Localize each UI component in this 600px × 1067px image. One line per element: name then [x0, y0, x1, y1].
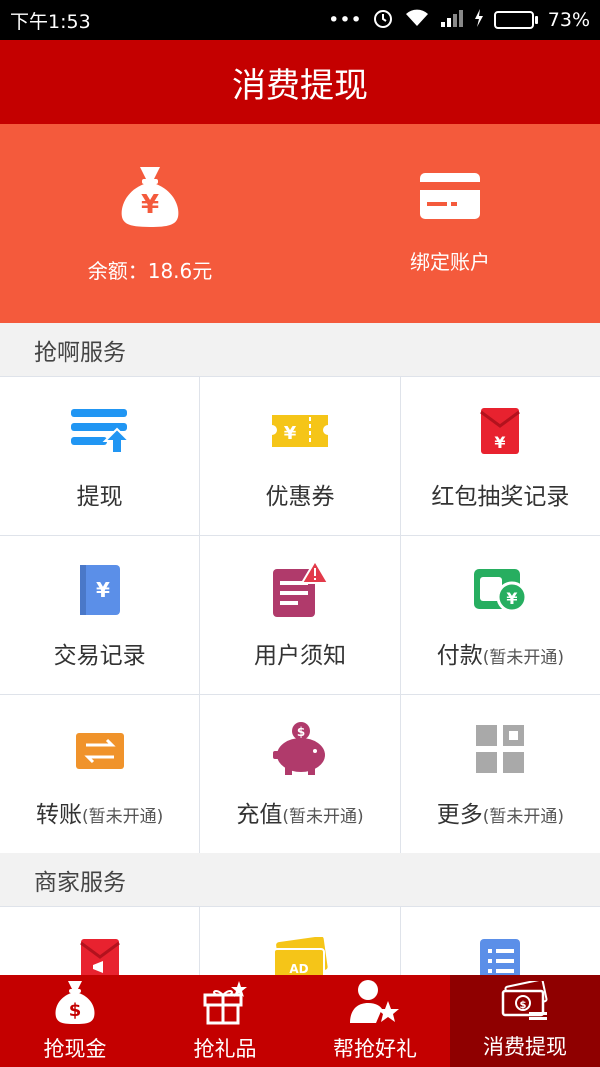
red-packet-record-label: 红包抽奖记录 — [431, 484, 570, 510]
notice-icon — [271, 560, 329, 620]
ad-ticket-icon: AD — [270, 937, 330, 976]
status-bar: 下午1:53 ••• 73% — [0, 0, 600, 40]
merchant-promo-button[interactable] — [0, 907, 200, 975]
user-star-icon — [350, 979, 400, 1029]
recharge-button[interactable]: $ 充值(暂未开通) — [200, 695, 400, 853]
bind-account-label: 绑定账户 — [410, 250, 490, 274]
payment-label: 付款 — [436, 643, 483, 669]
cash-stack-icon: $ — [499, 978, 551, 1027]
status-icons: ••• 73% — [328, 7, 590, 34]
withdraw-label: 提现 — [76, 484, 123, 510]
payment-note: (暂未开通) — [482, 648, 564, 668]
page-header: 消费提现 — [0, 40, 600, 124]
recharge-note: (暂未开通) — [282, 807, 364, 827]
svg-text:¥: ¥ — [141, 190, 159, 220]
tab-grab-gift[interactable]: 抢礼品 — [150, 975, 300, 1067]
transfer-note: (暂未开通) — [82, 807, 164, 827]
withdraw-icon — [69, 401, 131, 461]
coupon-icon: ¥ — [270, 401, 330, 461]
recharge-label: 充值 — [236, 802, 283, 828]
user-notice-label: 用户须知 — [253, 643, 346, 669]
svg-text:$: $ — [297, 725, 305, 739]
battery-icon — [493, 11, 538, 29]
transfer-label: 转账 — [36, 802, 83, 828]
more-grid-icon — [475, 719, 525, 779]
coupon-label: 优惠券 — [265, 484, 335, 510]
balance-label: 余额：18.6元 — [87, 259, 213, 283]
more-button[interactable]: 更多(暂未开通) — [400, 695, 600, 853]
more-note: (暂未开通) — [482, 807, 564, 827]
merchant-list-button[interactable] — [400, 907, 600, 975]
tab-consume-withdraw-label: 消费提现 — [483, 1035, 567, 1059]
svg-text:¥: ¥ — [96, 578, 110, 602]
services-grid: 提现 ¥ 优惠券 ¥ 红包抽奖记录 ¥ 交易记录 用户须知 ¥ 付款(暂未开通)… — [0, 376, 600, 854]
tab-grab-cash[interactable]: $ 抢现金 — [0, 975, 150, 1067]
money-bag-icon: $ — [53, 979, 97, 1029]
payment-button[interactable]: ¥ 付款(暂未开通) — [400, 536, 600, 694]
signal-icon — [440, 8, 464, 33]
tab-consume-withdraw[interactable]: $ 消费提现 — [450, 975, 600, 1067]
bind-account-button[interactable]: 绑定账户 — [300, 124, 600, 323]
charging-icon — [474, 8, 484, 33]
section-title-services: 抢啊服务 — [0, 323, 600, 376]
svg-text:¥: ¥ — [284, 423, 297, 444]
more-label: 更多 — [436, 802, 483, 828]
section-title-merchant: 商家服务 — [0, 853, 600, 906]
red-packet-icon: ¥ — [479, 401, 521, 461]
ledger-icon: ¥ — [76, 560, 124, 620]
svg-text:¥: ¥ — [495, 433, 506, 452]
coupon-button[interactable]: ¥ 优惠券 — [200, 377, 400, 535]
battery-percent: 73% — [547, 9, 590, 31]
gift-icon — [201, 979, 249, 1029]
tab-help-grab[interactable]: 帮抢好礼 — [300, 975, 450, 1067]
red-packet-record-button[interactable]: ¥ 红包抽奖记录 — [400, 377, 600, 535]
account-summary: ¥ 余额：18.6元 绑定账户 — [0, 124, 600, 323]
bottom-tab-bar: $ 抢现金 抢礼品 帮抢好礼 $ 消费提现 — [0, 975, 600, 1067]
wifi-icon — [404, 8, 430, 33]
tab-grab-cash-label: 抢现金 — [43, 1037, 107, 1061]
status-time: 下午1:53 — [10, 10, 91, 33]
transaction-record-label: 交易记录 — [53, 643, 146, 669]
money-bag-icon: ¥ — [118, 163, 182, 233]
merchant-ad-button[interactable]: AD — [200, 907, 400, 976]
svg-text:$: $ — [520, 1000, 527, 1011]
svg-text:AD: AD — [289, 962, 308, 976]
tab-grab-gift-label: 抢礼品 — [193, 1037, 257, 1061]
bank-card-icon — [419, 172, 481, 224]
wallet-icon: ¥ — [472, 560, 528, 620]
merchant-grid: AD — [0, 906, 600, 976]
svg-text:¥: ¥ — [507, 589, 518, 608]
withdraw-button[interactable]: 提现 — [0, 377, 200, 535]
page-title: 消费提现 — [232, 65, 368, 106]
tab-help-grab-label: 帮抢好礼 — [333, 1037, 417, 1061]
svg-text:$: $ — [69, 1000, 82, 1021]
list-icon — [478, 937, 522, 975]
promo-packet-icon — [79, 937, 121, 975]
alarm-icon — [372, 7, 394, 34]
transaction-record-button[interactable]: ¥ 交易记录 — [0, 536, 200, 694]
piggy-bank-icon: $ — [271, 719, 329, 779]
transfer-icon — [74, 719, 126, 779]
balance-button[interactable]: ¥ 余额：18.6元 — [0, 124, 300, 323]
transfer-button[interactable]: 转账(暂未开通) — [0, 695, 200, 853]
more-dots-icon: ••• — [328, 9, 362, 31]
user-notice-button[interactable]: 用户须知 — [200, 536, 400, 694]
